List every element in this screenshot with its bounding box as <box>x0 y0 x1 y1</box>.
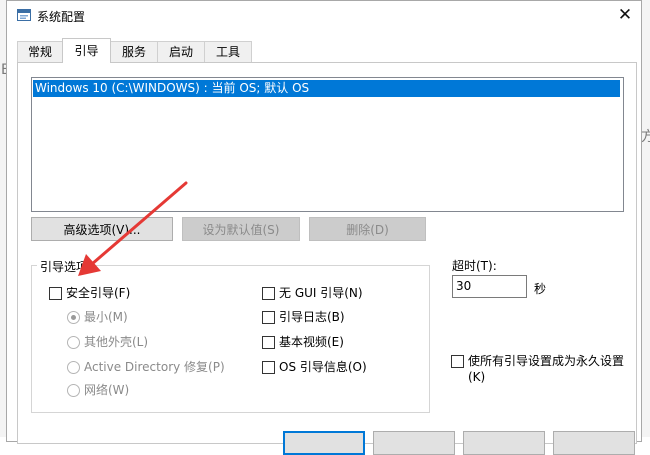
base-video-label: 基本视频(E) <box>279 335 344 349</box>
window-title: 系统配置 <box>37 10 86 24</box>
timeout-input[interactable]: 30 <box>452 275 527 298</box>
background-text-right: 方 <box>641 129 650 145</box>
advanced-options-button[interactable]: 高级选项(V)... <box>31 217 173 241</box>
checkbox-box[interactable] <box>262 311 275 324</box>
no-gui-boot-label: 无 GUI 引导(N) <box>279 286 363 300</box>
checkbox-box[interactable] <box>262 287 275 300</box>
os-list-item[interactable]: Windows 10 (C:\WINDOWS) : 当前 OS; 默认 OS <box>33 80 620 97</box>
minimal-label: 最小(M) <box>84 310 128 324</box>
cancel-button[interactable] <box>373 431 455 455</box>
ok-button[interactable] <box>283 431 365 455</box>
radio-dot[interactable] <box>67 311 80 324</box>
title-bar: 系统配置 ✕ <box>7 1 641 31</box>
radio-dot[interactable] <box>67 384 80 397</box>
checkbox-box[interactable] <box>262 361 275 374</box>
checkbox-box[interactable] <box>451 355 464 368</box>
make-permanent-label: 使所有引导设置成为永久设置(K) <box>468 354 625 384</box>
tab-tools[interactable]: 工具 <box>204 41 252 62</box>
os-list[interactable]: Windows 10 (C:\WINDOWS) : 当前 OS; 默认 OS <box>31 77 624 212</box>
boot-log-label: 引导日志(B) <box>279 310 345 324</box>
os-boot-info-label: OS 引导信息(O) <box>279 360 367 374</box>
tab-services[interactable]: 服务 <box>110 41 158 62</box>
msconfig-icon <box>17 9 31 21</box>
apply-button[interactable] <box>463 431 545 455</box>
tab-boot[interactable]: 引导 <box>62 38 111 63</box>
system-configuration-window: 系统配置 ✕ 常规 引导 服务 启动 工具 Windows 10 (C:\WIN… <box>6 0 642 455</box>
close-button[interactable]: ✕ <box>611 3 639 27</box>
radio-dot[interactable] <box>67 336 80 349</box>
timeout-unit: 秒 <box>534 282 547 296</box>
safe-boot-label: 安全引导(F) <box>66 286 131 300</box>
set-default-button[interactable]: 设为默认值(S) <box>182 217 300 241</box>
ad-repair-label: Active Directory 修复(P) <box>84 360 225 374</box>
tab-general[interactable]: 常规 <box>17 41 63 62</box>
radio-dot[interactable] <box>67 361 80 374</box>
alternate-shell-label: 其他外壳(L) <box>84 335 149 349</box>
close-icon: ✕ <box>617 5 633 25</box>
checkbox-box[interactable] <box>49 287 62 300</box>
boot-options-group-label: 引导选项 <box>37 258 92 275</box>
help-button[interactable] <box>553 431 635 455</box>
checkbox-box[interactable] <box>262 336 275 349</box>
timeout-label: 超时(T): <box>452 259 497 273</box>
network-label: 网络(W) <box>84 383 130 397</box>
boot-tab-panel: Windows 10 (C:\WINDOWS) : 当前 OS; 默认 OS 高… <box>17 62 637 444</box>
delete-button[interactable]: 删除(D) <box>309 217 426 241</box>
tab-startup[interactable]: 启动 <box>157 41 205 62</box>
